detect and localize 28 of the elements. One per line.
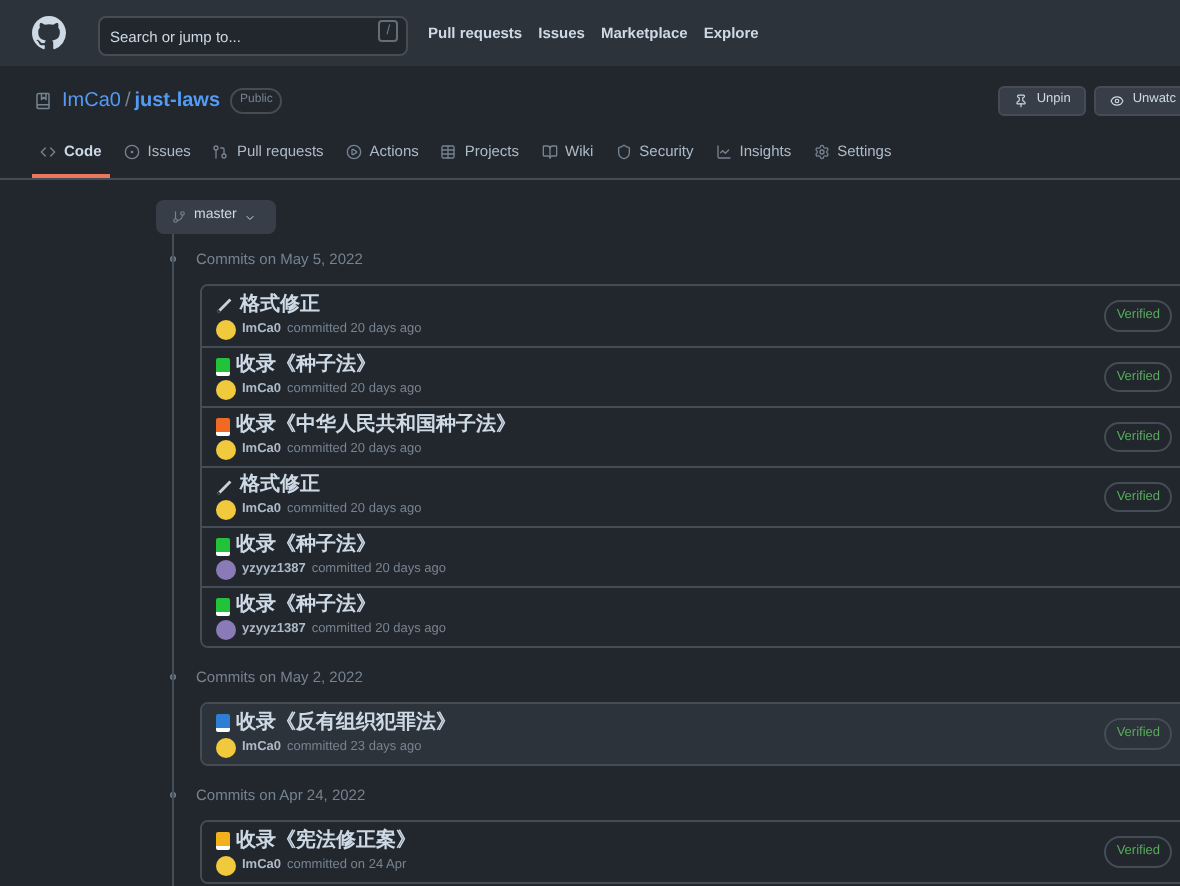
graph-icon xyxy=(715,144,732,160)
repo-name-link[interactable]: just-laws xyxy=(134,85,221,115)
commit-message-link[interactable]: 格式修正 xyxy=(240,293,320,317)
commit-message-link[interactable]: 收录《种子法》 xyxy=(236,534,376,558)
pull-request-icon xyxy=(212,144,229,160)
commit-message-link[interactable]: 收录《宪法修正案》 xyxy=(236,829,416,853)
path-separator: / xyxy=(124,87,131,115)
pencil-icon xyxy=(216,296,234,314)
caret-icon xyxy=(244,211,257,223)
owner-link[interactable]: ImCa0 xyxy=(62,85,121,115)
repo-icon xyxy=(34,91,52,109)
commit-message-link[interactable]: 收录《种子法》 xyxy=(236,354,376,378)
book-icon xyxy=(541,144,557,160)
shield-icon xyxy=(615,144,632,160)
circle-dot-icon xyxy=(123,144,140,160)
eye-icon xyxy=(1110,93,1125,107)
commit-message-link[interactable]: 收录《中华人民共和国种子法》 xyxy=(236,414,516,438)
branch-icon xyxy=(172,210,186,224)
pin-icon xyxy=(1014,93,1029,107)
settings-icon xyxy=(813,144,830,160)
commit-message-link[interactable]: 收录《种子法》 xyxy=(236,594,376,618)
logo-icon[interactable] xyxy=(32,16,66,50)
table-icon xyxy=(440,144,457,160)
code-icon xyxy=(40,144,56,160)
pencil-icon xyxy=(216,477,234,495)
commit-message-link[interactable]: 收录《反有组织犯罪法》 xyxy=(236,711,456,735)
play-icon xyxy=(345,144,362,160)
commit-message-link[interactable]: 格式修正 xyxy=(240,474,320,498)
